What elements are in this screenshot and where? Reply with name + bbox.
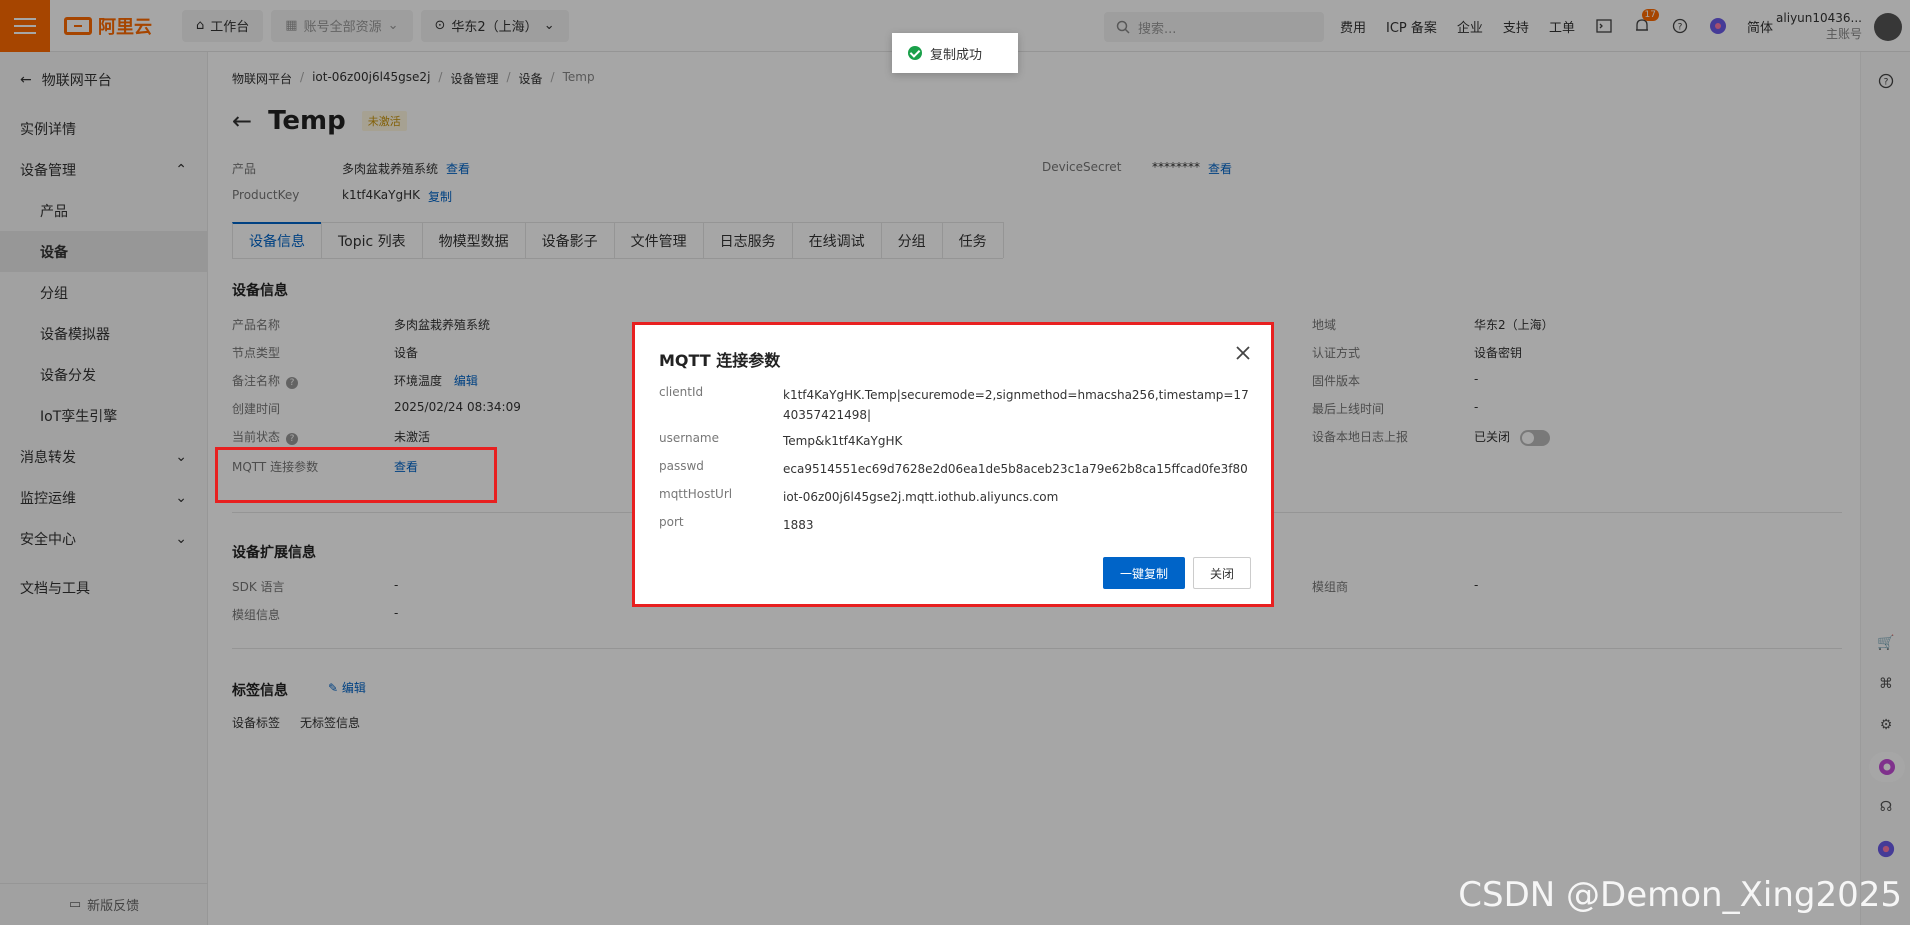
toast-message: 复制成功 xyxy=(930,47,983,63)
watermark: CSDN @Demon_Xing2025 xyxy=(1458,875,1902,915)
param-row-mqtthosturl: mqttHostUrl iot-06z00j6l45gse2j.mqtt.iot… xyxy=(659,487,1253,507)
dialog-title: MQTT 连接参数 xyxy=(659,351,781,370)
param-key: mqttHostUrl xyxy=(659,487,733,501)
param-key: passwd xyxy=(659,459,704,473)
param-key: port xyxy=(659,515,684,529)
param-value: 1883 xyxy=(783,518,814,532)
close-icon[interactable] xyxy=(1233,343,1253,363)
param-value: iot-06z00j6l45gse2j.mqtt.iothub.aliyuncs… xyxy=(783,490,1059,504)
check-circle-icon xyxy=(908,46,922,60)
param-row-clientid: clientId k1tf4KaYgHK.Temp|securemode=2,s… xyxy=(659,385,1253,425)
param-key: username xyxy=(659,431,719,445)
param-value: eca9514551ec69d7628e2d06ea1de5b8aceb23c1… xyxy=(783,462,1248,476)
param-row-username: username Temp&k1tf4KaYgHK xyxy=(659,431,1253,451)
close-button[interactable]: 关闭 xyxy=(1193,557,1251,589)
param-value: k1tf4KaYgHK.Temp|securemode=2,signmethod… xyxy=(783,388,1249,422)
param-key: clientId xyxy=(659,385,704,399)
copy-all-button[interactable]: 一键复制 xyxy=(1103,557,1185,589)
success-toast: 复制成功 xyxy=(892,33,1018,73)
mqtt-params-dialog: MQTT 连接参数 clientId k1tf4KaYgHK.Temp|secu… xyxy=(632,322,1274,607)
mqtt-row-highlight xyxy=(215,447,497,503)
param-row-passwd: passwd eca9514551ec69d7628e2d06ea1de5b8a… xyxy=(659,459,1253,479)
param-value: Temp&k1tf4KaYgHK xyxy=(783,434,903,448)
param-row-port: port 1883 xyxy=(659,515,1253,535)
